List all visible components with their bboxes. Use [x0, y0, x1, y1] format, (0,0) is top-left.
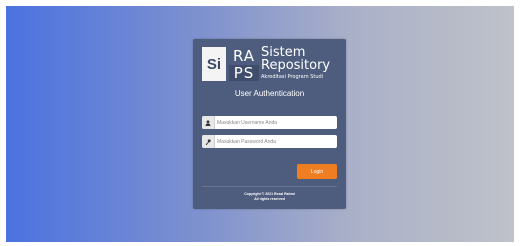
login-button[interactable]: Login [297, 164, 337, 179]
brand-title-line2: Repository [261, 58, 331, 73]
logo-ps-mark: PS [229, 65, 259, 81]
logo-si-mark: Si [202, 47, 226, 81]
password-field [202, 135, 337, 148]
rights-text: All rights reserved [254, 197, 285, 201]
key-icon [202, 135, 215, 148]
logo-ra-mark: RA [232, 47, 256, 65]
login-card: Si RA PS Sistem Repository Akreditasi Pr… [193, 39, 346, 209]
username-input[interactable] [217, 116, 335, 129]
footer-divider [202, 186, 337, 187]
auth-title: User Authentication [234, 89, 305, 98]
username-field [202, 116, 337, 129]
user-icon [202, 116, 215, 129]
sirapps-logo: Si RA PS Sistem Repository Akreditasi Pr… [202, 45, 342, 83]
brand-subtitle: Akreditasi Program Studi [261, 74, 324, 80]
password-input[interactable] [217, 135, 335, 148]
